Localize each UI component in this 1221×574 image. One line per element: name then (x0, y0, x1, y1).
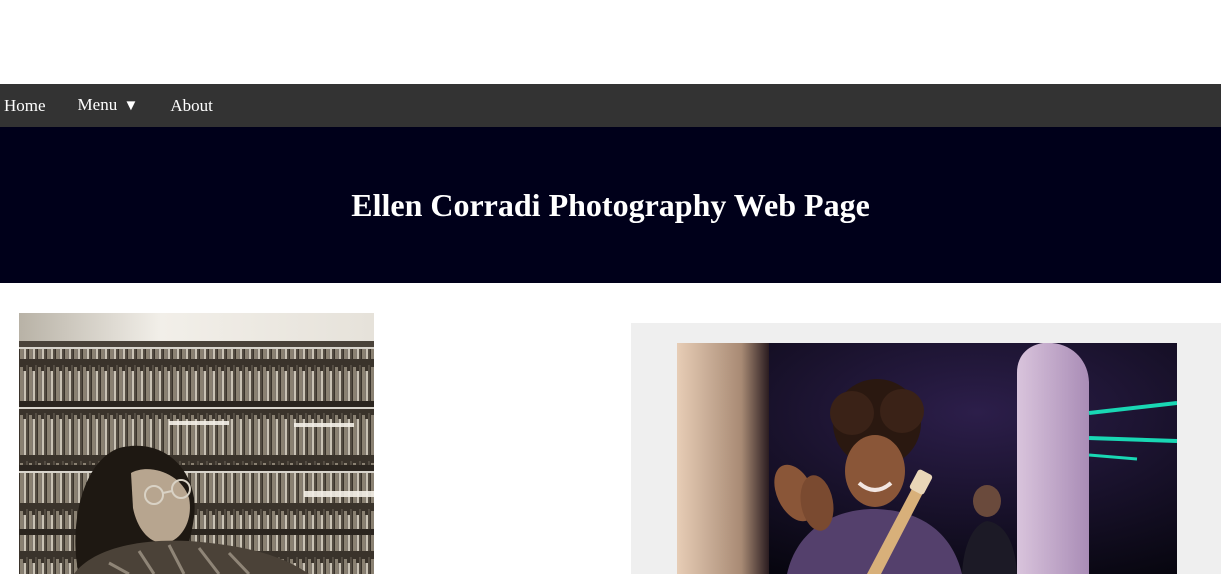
guitarist-concert-photo[interactable] (677, 343, 1177, 574)
nav-about-link[interactable]: About (170, 84, 213, 127)
caret-down-icon: ▼ (123, 98, 139, 114)
nav-menu-label: Menu (77, 95, 118, 114)
navbar: Home Menu ▼ About (0, 84, 1221, 127)
page-banner: Ellen Corradi Photography Web Page (0, 127, 1221, 283)
top-whitespace (0, 0, 1221, 84)
page-title: Ellen Corradi Photography Web Page (351, 186, 870, 223)
library-portrait-photo[interactable] (19, 313, 374, 574)
featured-photo-panel (631, 323, 1221, 574)
library-portrait-image (19, 313, 374, 574)
nav-menu-dropdown[interactable]: Menu ▼ (78, 83, 139, 128)
gallery (0, 283, 1221, 574)
guitarist-concert-image (677, 343, 1177, 574)
nav-home-link[interactable]: Home (4, 84, 46, 127)
